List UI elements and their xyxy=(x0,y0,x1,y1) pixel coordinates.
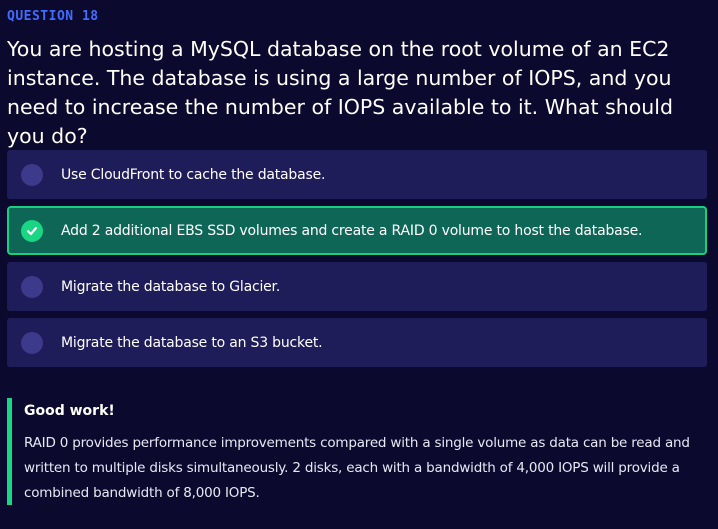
question-number: QUESTION 18 xyxy=(7,9,99,24)
checkmark-icon[interactable] xyxy=(21,219,43,242)
radio-circle-icon[interactable] xyxy=(21,275,43,298)
answer-option-label: Migrate the database to an S3 bucket. xyxy=(61,334,323,351)
answer-option-2[interactable]: Add 2 additional EBS SSD volumes and cre… xyxy=(7,206,707,255)
feedback-explanation: RAID 0 provides performance improvements… xyxy=(24,435,690,501)
answer-option-3[interactable]: Migrate the database to Glacier. xyxy=(7,262,707,311)
question-text: You are hosting a MySQL database on the … xyxy=(7,37,673,148)
feedback-panel: Good work! RAID 0 provides performance i… xyxy=(7,398,707,505)
radio-circle-icon[interactable] xyxy=(21,331,43,354)
answer-option-label: Add 2 additional EBS SSD volumes and cre… xyxy=(61,222,643,239)
radio-circle-icon[interactable] xyxy=(21,163,43,186)
answer-option-4[interactable]: Migrate the database to an S3 bucket. xyxy=(7,318,707,367)
answer-option-1[interactable]: Use CloudFront to cache the database. xyxy=(7,150,707,199)
feedback-title: Good work! xyxy=(24,403,115,419)
answer-options: Use CloudFront to cache the database. Ad… xyxy=(7,150,707,374)
answer-option-label: Migrate the database to Glacier. xyxy=(61,278,281,295)
answer-option-label: Use CloudFront to cache the database. xyxy=(61,166,326,183)
